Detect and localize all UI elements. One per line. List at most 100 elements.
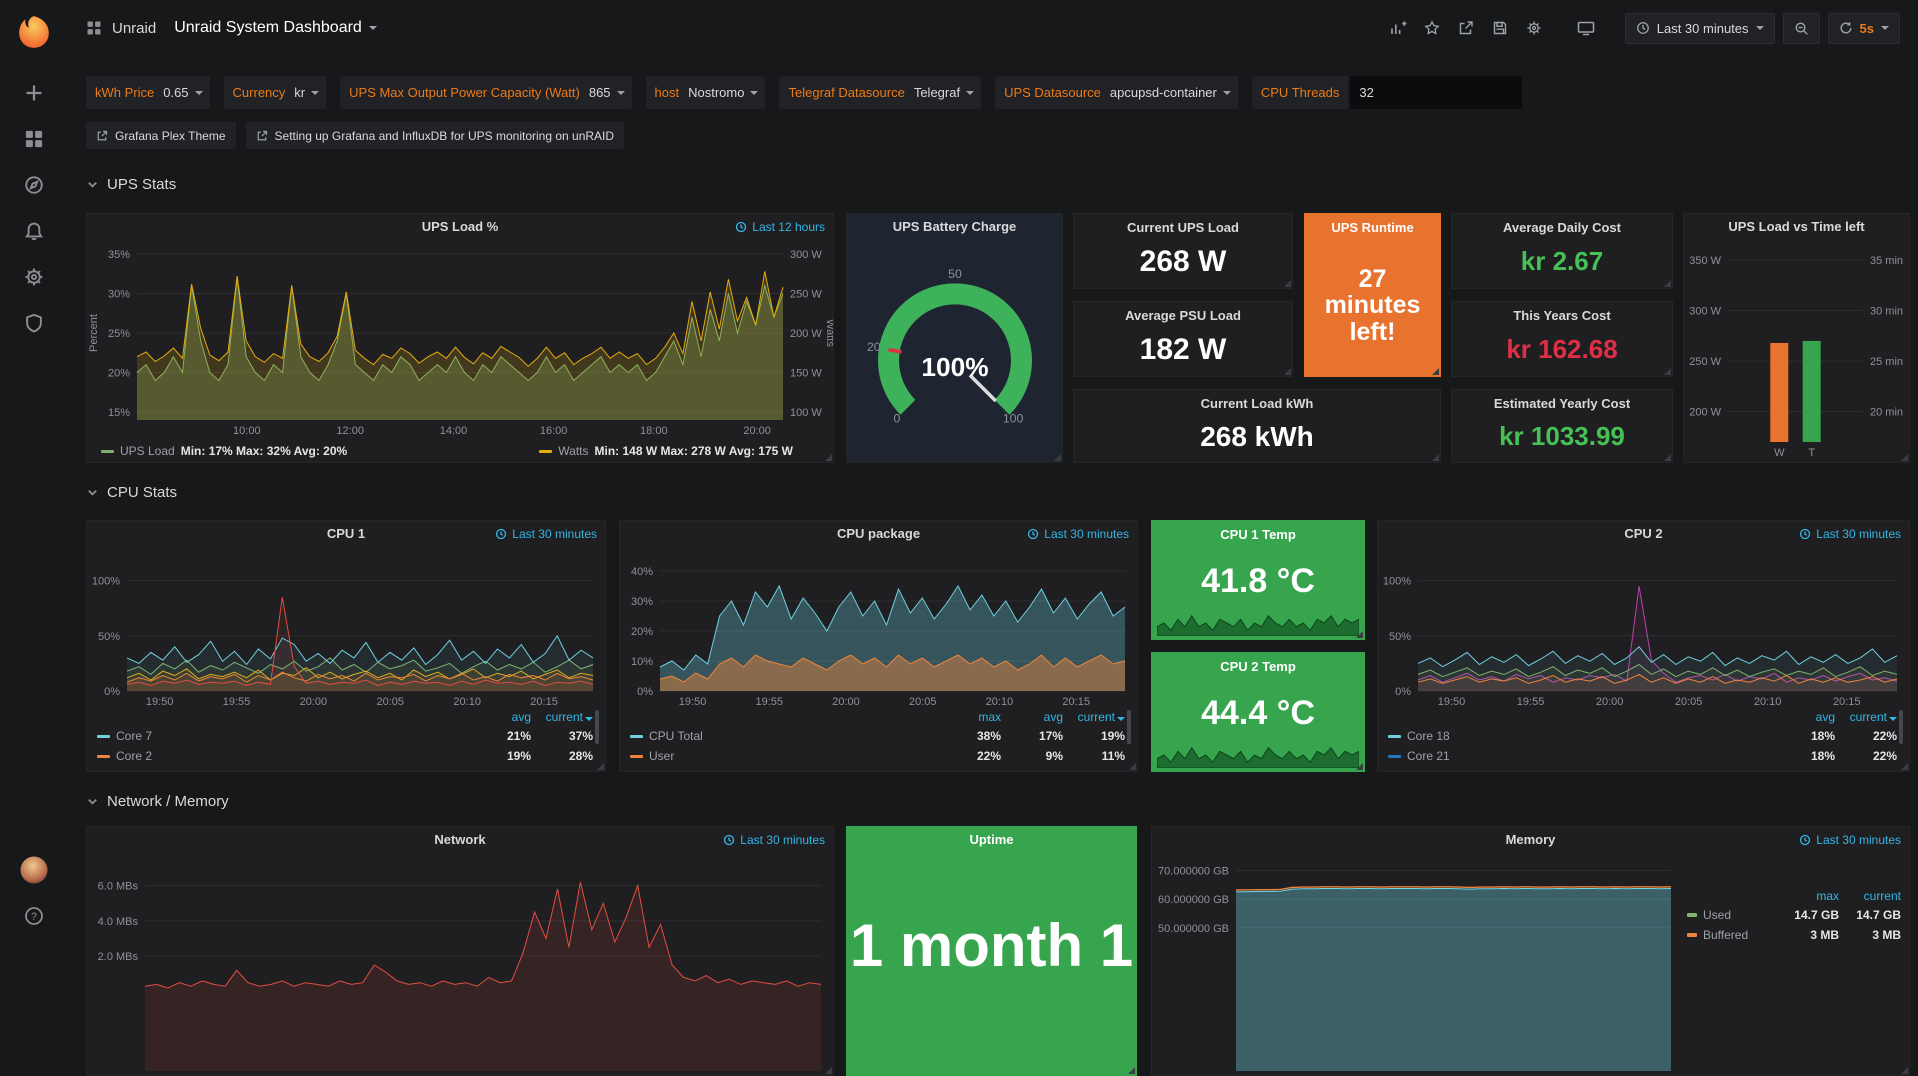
variable-telegraf-datasource[interactable]: Telegraf Datasource Telegraf	[779, 76, 981, 109]
panel-timerange[interactable]: Last 12 hours	[735, 214, 825, 240]
svg-text:10%: 10%	[631, 656, 653, 668]
legend-sort-current[interactable]: current	[1063, 710, 1125, 724]
configuration-button[interactable]	[12, 254, 56, 300]
cpu2-chart[interactable]: 0%50%100%19:5019:5520:0020:0520:1020:15	[1378, 547, 1909, 709]
panel-timerange[interactable]: Last 30 minutes	[723, 827, 825, 853]
legend-item[interactable]: UPS Load Min: 17% Max: 32% Avg: 20%	[101, 444, 347, 458]
svg-text:20:00: 20:00	[832, 696, 860, 708]
legend-sort-avg[interactable]: avg	[1001, 710, 1063, 724]
legend-sort-current[interactable]: current	[531, 710, 593, 724]
stat-title[interactable]: CPU 2 Temp	[1152, 659, 1364, 674]
create-button[interactable]	[12, 70, 56, 116]
legend-row[interactable]: Core 7 21% 37%	[97, 726, 593, 746]
network-chart[interactable]: 2.0 MBs4.0 MBs6.0 MBs	[87, 853, 833, 1075]
panel-title[interactable]: Memory Last 30 minutes	[1152, 827, 1909, 853]
legend-sort-avg[interactable]: avg	[1773, 710, 1835, 724]
panel-timerange[interactable]: Last 30 minutes	[1799, 827, 1901, 853]
chevron-down-icon	[617, 91, 625, 95]
section-ups-stats[interactable]: UPS Stats	[86, 176, 176, 193]
panel-timerange[interactable]: Last 30 minutes	[1027, 521, 1129, 547]
legend-scrollbar[interactable]	[1127, 710, 1131, 744]
user-avatar[interactable]	[12, 847, 56, 893]
zoom-out-button[interactable]	[1783, 13, 1820, 44]
save-button[interactable]	[1487, 15, 1513, 41]
battery-gauge[interactable]: 0 20 50 100 100%	[847, 240, 1062, 462]
legend-row[interactable]: Used 14.7 GB 14.7 GB	[1687, 905, 1901, 925]
link-ups-monitoring-guide[interactable]: Setting up Grafana and InfluxDB for UPS …	[246, 122, 625, 149]
legend-scrollbar[interactable]	[595, 710, 599, 744]
panel-title[interactable]: UPS Load % Last 12 hours	[87, 214, 833, 240]
stat-title[interactable]: Estimated Yearly Cost	[1452, 396, 1672, 411]
stat-title[interactable]: CPU 1 Temp	[1152, 527, 1364, 542]
legend-item[interactable]: Watts Min: 148 W Max: 278 W Avg: 175 W	[539, 444, 793, 458]
svg-text:20%: 20%	[108, 368, 130, 380]
variable-kwh-price[interactable]: kWh Price 0.65	[86, 76, 210, 109]
cpu1-chart[interactable]: 0%50%100%19:5019:5520:0020:0520:1020:15	[87, 547, 605, 709]
legend-scrollbar[interactable]	[1899, 710, 1903, 744]
section-network-memory[interactable]: Network / Memory	[86, 793, 229, 810]
star-button[interactable]	[1419, 15, 1445, 41]
breadcrumb-app[interactable]: Unraid	[112, 20, 156, 37]
variable-ups-max-output[interactable]: UPS Max Output Power Capacity (Watt) 865	[340, 76, 631, 109]
stat-title[interactable]: Average PSU Load	[1074, 308, 1292, 323]
chevron-down-icon	[369, 26, 377, 30]
stat-title[interactable]: Average Daily Cost	[1452, 220, 1672, 235]
legend-row[interactable]: CPU Total 38% 17% 19%	[630, 726, 1125, 746]
section-cpu-stats[interactable]: CPU Stats	[86, 484, 177, 501]
legend-row[interactable]: Core 2 19% 28%	[97, 746, 593, 766]
legend-sort-current[interactable]: current	[1839, 889, 1901, 903]
dashboards-button[interactable]	[12, 116, 56, 162]
panel-title[interactable]: UPS Load vs Time left	[1684, 214, 1909, 240]
cpu-threads-input[interactable]	[1350, 76, 1522, 109]
cpu-package-chart[interactable]: 0%10%20%30%40%19:5019:5520:0020:0520:102…	[620, 547, 1137, 709]
svg-text:50.000000 GB: 50.000000 GB	[1158, 923, 1229, 935]
ups-vs-time-chart[interactable]: 200 W250 W300 W350 W20 min25 min30 min35…	[1684, 240, 1909, 462]
memory-chart[interactable]: 50.000000 GB60.000000 GB70.000000 GB	[1152, 853, 1679, 1075]
legend-row[interactable]: Buffered 3 MB 3 MB	[1687, 925, 1901, 945]
ups-load-chart[interactable]: 15%20%25%30%35%100 W150 W200 W250 W300 W…	[87, 240, 833, 438]
explore-button[interactable]	[12, 162, 56, 208]
panel-title[interactable]: Network Last 30 minutes	[87, 827, 833, 853]
svg-text:30 min: 30 min	[1870, 306, 1903, 318]
legend-sort-max[interactable]: max	[1777, 889, 1839, 903]
legend-sort-current[interactable]: current	[1835, 710, 1897, 724]
server-admin-button[interactable]	[12, 300, 56, 346]
legend-row[interactable]: User 22% 9% 11%	[630, 746, 1125, 766]
cycle-view-button[interactable]	[1573, 15, 1599, 41]
stat-title[interactable]: This Years Cost	[1452, 308, 1672, 323]
time-picker[interactable]: Last 30 minutes	[1625, 13, 1775, 44]
stat-title[interactable]: Current Load kWh	[1074, 396, 1440, 411]
stat-title[interactable]: Current UPS Load	[1074, 220, 1292, 235]
legend-row[interactable]: Core 21 18% 22%	[1388, 746, 1897, 766]
legend-sort-avg[interactable]: avg	[469, 710, 531, 724]
grafana-logo[interactable]	[10, 8, 58, 56]
svg-text:20%: 20%	[631, 626, 653, 638]
legend-row[interactable]: Core 18 18% 22%	[1388, 726, 1897, 746]
panel-this-years-cost: This Years Cost kr 162.68	[1451, 301, 1673, 377]
variable-host[interactable]: host Nostromo	[646, 76, 766, 109]
add-panel-button[interactable]	[1385, 15, 1411, 41]
alerting-button[interactable]	[12, 208, 56, 254]
help-button[interactable]: ?	[12, 893, 56, 939]
panel-title[interactable]: UPS Battery Charge	[847, 214, 1062, 240]
panel-title[interactable]: Uptime	[847, 827, 1136, 853]
svg-text:0: 0	[893, 411, 900, 425]
dashboard-settings-button[interactable]	[1521, 15, 1547, 41]
variable-ups-datasource[interactable]: UPS Datasource apcupsd-container	[995, 76, 1238, 109]
stat-title[interactable]: UPS Runtime	[1305, 220, 1440, 235]
dashboard-title[interactable]: Unraid System Dashboard	[174, 19, 377, 37]
panel-timerange[interactable]: Last 30 minutes	[495, 521, 597, 547]
legend-sort-max[interactable]: max	[939, 710, 1001, 724]
svg-text:50: 50	[948, 267, 962, 281]
panel-title[interactable]: CPU package Last 30 minutes	[620, 521, 1137, 547]
share-button[interactable]	[1453, 15, 1479, 41]
link-grafana-plex-theme[interactable]: Grafana Plex Theme	[86, 122, 236, 149]
stat-value: kr 1033.99	[1452, 411, 1672, 462]
panel-title[interactable]: CPU 1 Last 30 minutes	[87, 521, 605, 547]
refresh-picker[interactable]: 5s	[1828, 13, 1900, 44]
variable-currency[interactable]: Currency kr	[224, 76, 327, 109]
breadcrumb[interactable]: Unraid Unraid System Dashboard	[86, 19, 377, 37]
zoom-out-icon	[1794, 21, 1809, 36]
panel-timerange[interactable]: Last 30 minutes	[1799, 521, 1901, 547]
panel-title[interactable]: CPU 2 Last 30 minutes	[1378, 521, 1909, 547]
